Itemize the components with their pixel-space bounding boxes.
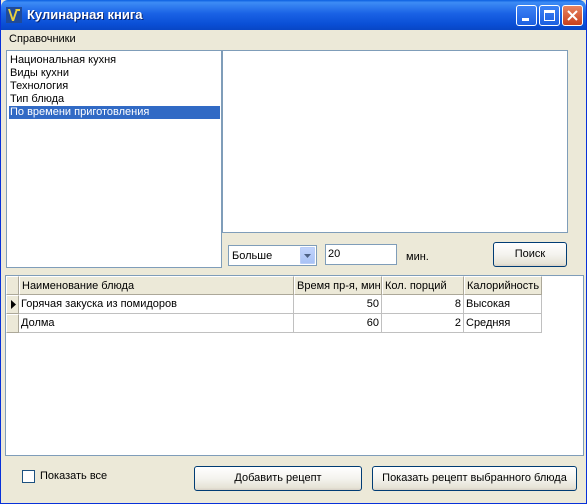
details-memo[interactable] — [222, 50, 568, 233]
show-recipe-button[interactable]: Показать рецепт выбранного блюда — [372, 466, 577, 491]
category-listbox[interactable]: Национальная кухня Виды кухни Технология… — [6, 50, 222, 268]
search-button-label: Поиск — [514, 248, 546, 260]
column-header-name[interactable]: Наименование блюда — [19, 276, 294, 295]
column-header-portions[interactable]: Кол. порций — [382, 276, 464, 295]
add-recipe-button[interactable]: Добавить рецепт — [194, 466, 362, 491]
list-item[interactable]: Виды кухни — [9, 67, 220, 80]
maximize-button[interactable] — [539, 5, 560, 26]
table-cell-portions[interactable]: 2 — [382, 314, 464, 333]
units-label: мин. — [406, 251, 429, 263]
current-row-arrow-icon — [11, 300, 16, 309]
column-header-time[interactable]: Время пр-я, мин — [294, 276, 382, 295]
table-cell-time[interactable]: 50 — [294, 295, 382, 314]
close-icon — [567, 10, 578, 21]
list-item[interactable]: Национальная кухня — [9, 54, 220, 67]
search-button[interactable]: Поиск — [493, 242, 567, 267]
chevron-down-icon — [304, 254, 311, 258]
time-input-field[interactable] — [325, 244, 397, 265]
comparison-select[interactable]: Больше — [228, 245, 317, 266]
maximize-icon — [544, 10, 555, 21]
minimize-button[interactable] — [516, 5, 537, 26]
table-cell-name[interactable]: Долма — [19, 314, 294, 333]
table-cell-calories[interactable]: Высокая — [464, 295, 542, 314]
window-title: Кулинарная книга — [27, 7, 143, 22]
list-item[interactable]: Технология — [9, 80, 220, 93]
table-cell-calories[interactable]: Средняя — [464, 314, 542, 333]
show-recipe-label: Показать рецепт выбранного блюда — [382, 472, 567, 484]
menu-bar: Справочники — [1, 30, 586, 48]
title-bar[interactable]: Кулинарная книга — [1, 0, 586, 30]
dropdown-button[interactable] — [300, 247, 315, 264]
menu-references[interactable]: Справочники — [9, 33, 76, 45]
main-window: Кулинарная книга Справочники Национальна… — [0, 0, 587, 504]
dishes-grid[interactable]: Наименование блюда Время пр-я, мин Кол. … — [5, 275, 584, 456]
list-item[interactable]: Тип блюда — [9, 93, 220, 106]
app-logo-icon — [6, 7, 22, 23]
column-header-calories[interactable]: Калорийность — [464, 276, 542, 295]
close-button[interactable] — [562, 5, 583, 26]
time-input[interactable] — [328, 248, 394, 260]
row-indicator-current[interactable] — [6, 295, 19, 314]
show-all-label[interactable]: Показать все — [40, 470, 107, 482]
list-item-selected[interactable]: По времени приготовления — [9, 106, 220, 119]
show-all-checkbox[interactable] — [22, 470, 35, 483]
row-indicator-header — [6, 276, 19, 295]
table-cell-name[interactable]: Горячая закуска из помидоров — [19, 295, 294, 314]
comparison-value: Больше — [232, 250, 273, 262]
table-cell-portions[interactable]: 8 — [382, 295, 464, 314]
table-cell-time[interactable]: 60 — [294, 314, 382, 333]
minimize-icon — [522, 18, 529, 21]
row-indicator[interactable] — [6, 314, 19, 333]
add-recipe-label: Добавить рецепт — [234, 472, 322, 484]
